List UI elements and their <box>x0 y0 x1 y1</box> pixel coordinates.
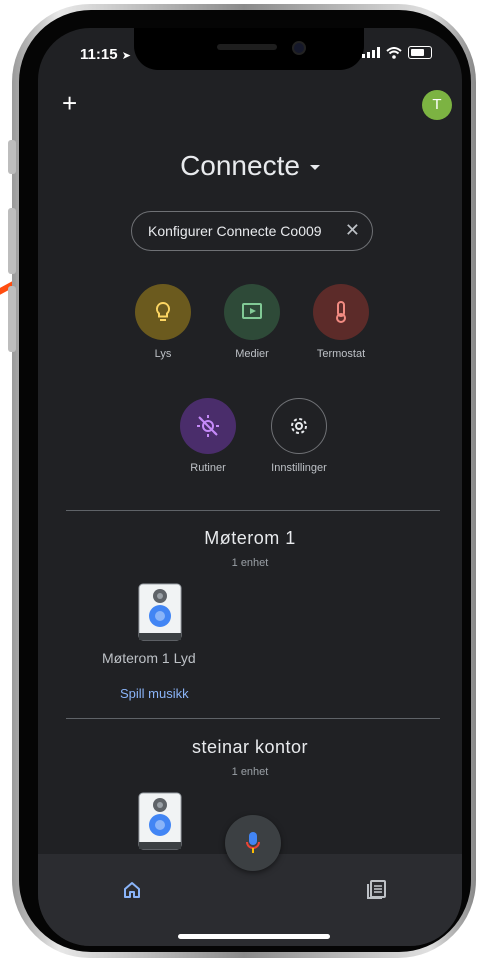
room-device-count: 1 enhet <box>231 766 269 778</box>
assistant-mic-button[interactable] <box>225 815 281 871</box>
speaker-grille <box>217 44 277 50</box>
gear-icon <box>271 398 327 454</box>
section-divider <box>66 510 440 511</box>
chevron-down-icon <box>309 165 320 171</box>
home-selector[interactable]: Connecte <box>38 150 462 182</box>
status-time: 11:15 ➤ <box>80 46 131 63</box>
lightbulb-icon <box>135 284 191 340</box>
home-indicator <box>178 934 330 939</box>
microphone-icon <box>246 832 260 853</box>
app-screen: 11:15 ➤ + T Connecte Konfigurer Connecte… <box>38 28 462 946</box>
front-camera <box>292 41 306 55</box>
location-arrow-icon: ➤ <box>121 50 131 62</box>
room-title: Møterom 1 <box>204 528 296 548</box>
action-label: Innstillinger <box>271 462 327 474</box>
action-label: Termostat <box>316 348 366 360</box>
play-music-link[interactable]: Spill musikk <box>120 686 189 701</box>
action-routines[interactable]: Rutiner <box>163 398 253 474</box>
action-label: Lys <box>154 348 172 360</box>
notch <box>134 28 364 70</box>
speaker-device-icon[interactable] <box>138 792 182 850</box>
action-label: Rutiner <box>190 462 226 474</box>
account-avatar[interactable]: T <box>422 90 452 120</box>
wifi-icon <box>386 46 402 59</box>
routines-icon <box>180 398 236 454</box>
section-divider <box>66 718 440 719</box>
media-icon <box>224 284 280 340</box>
feed-icon[interactable] <box>366 878 388 900</box>
status-time-text: 11:15 <box>80 46 118 63</box>
status-icons <box>362 46 432 59</box>
home-name: Connecte <box>180 150 300 181</box>
device-name[interactable]: Møterom 1 Lyd <box>102 650 196 666</box>
volume-down-button <box>8 286 16 352</box>
close-icon[interactable]: ✕ <box>345 220 360 241</box>
setup-chip[interactable]: Konfigurer Connecte Co009 ✕ <box>131 211 373 251</box>
action-media[interactable]: Medier <box>207 284 297 360</box>
action-thermostat[interactable]: Termostat <box>296 284 386 360</box>
setup-chip-label: Konfigurer Connecte Co009 <box>148 223 322 239</box>
action-label: Medier <box>235 348 269 360</box>
action-settings[interactable]: Innstillinger <box>254 398 344 474</box>
thermometer-icon <box>313 284 369 340</box>
mute-switch <box>8 140 16 174</box>
volume-up-button <box>8 208 16 274</box>
action-lights[interactable]: Lys <box>118 284 208 360</box>
add-button[interactable]: + <box>62 90 77 116</box>
room-device-count: 1 enhet <box>231 557 269 569</box>
room-title: steinar kontor <box>191 737 309 757</box>
signal-icon <box>362 47 380 58</box>
battery-icon <box>408 46 432 59</box>
speaker-device-icon[interactable] <box>138 583 182 641</box>
home-icon[interactable] <box>122 880 142 900</box>
